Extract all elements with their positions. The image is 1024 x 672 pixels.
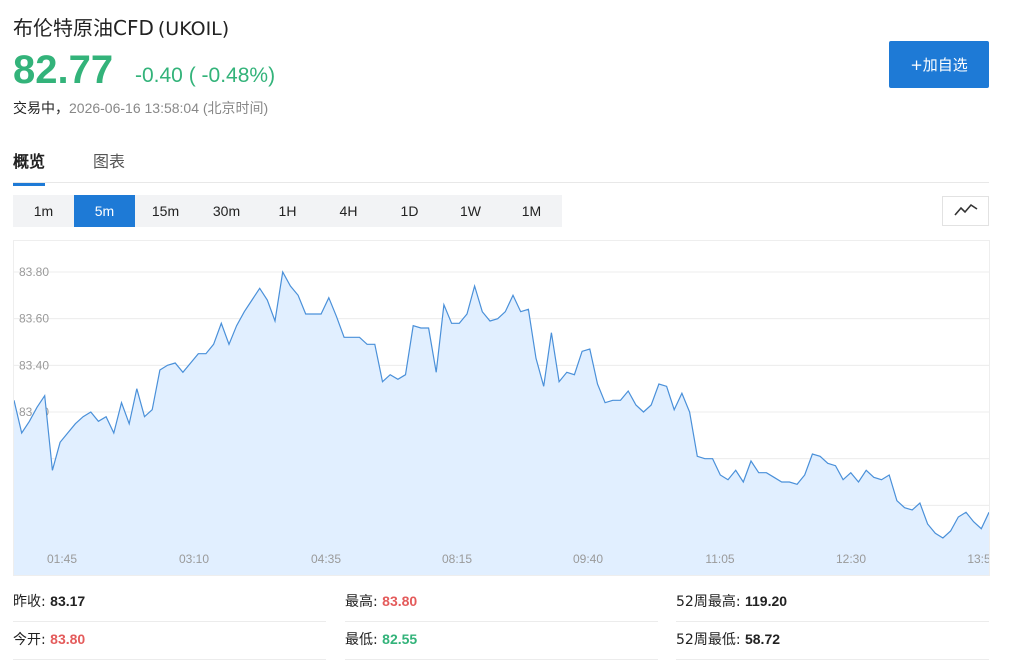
stat-52w-high: 52周最高: 119.20 <box>676 584 989 622</box>
interval-1m[interactable]: 1m <box>13 195 74 227</box>
instrument-symbol: (UKOIL) <box>157 18 230 40</box>
x-tick-label: 01:45 <box>47 552 77 566</box>
price-change: -0.40 ( -0.48%) <box>135 64 276 87</box>
interval-1mo[interactable]: 1M <box>501 195 562 227</box>
add-to-watchlist-button[interactable]: +加自选 <box>889 41 989 88</box>
price-chart-svg: 83.8083.6083.4083.2083.0082.8082.6001:45… <box>14 265 990 575</box>
instrument-name: 布伦特原油CFD <box>13 16 154 40</box>
stat-value: 83.80 <box>382 593 418 609</box>
trade-timestamp: 2026-06-16 13:58:04 (北京时间) <box>69 100 269 116</box>
stat-value: 83.80 <box>50 631 86 647</box>
x-tick-label: 12:30 <box>836 552 866 566</box>
interval-4h[interactable]: 4H <box>318 195 379 227</box>
tab-chart[interactable]: 图表 <box>93 148 125 183</box>
stat-high: 最高: 83.80 <box>345 584 658 622</box>
interval-1h[interactable]: 1H <box>257 195 318 227</box>
y-tick-label: 83.80 <box>19 265 49 279</box>
stat-label: 昨收: <box>13 594 46 610</box>
stat-value: 83.17 <box>50 593 86 609</box>
stat-label: 最高: <box>345 594 378 610</box>
y-tick-label: 83.60 <box>19 312 49 326</box>
interval-30m[interactable]: 30m <box>196 195 257 227</box>
stat-label: 52周最高: <box>676 594 741 610</box>
x-tick-label: 13:5 <box>967 552 990 566</box>
x-tick-label: 09:40 <box>573 552 603 566</box>
stat-low: 最低: 82.55 <box>345 622 658 660</box>
line-chart-icon <box>953 202 978 221</box>
stat-label: 今开: <box>13 632 46 648</box>
price-area <box>14 272 989 575</box>
x-tick-label: 03:10 <box>179 552 209 566</box>
stat-open: 今开: 83.80 <box>13 622 326 660</box>
x-tick-label: 04:35 <box>311 552 341 566</box>
stats-panel: 昨收: 83.17 最高: 83.80 52周最高: 119.20 今开: 83… <box>13 584 989 664</box>
interval-1w[interactable]: 1W <box>440 195 501 227</box>
x-tick-label: 11:05 <box>705 552 734 566</box>
instrument-title: 布伦特原油CFD (UKOIL) <box>13 12 229 41</box>
trade-status: 交易中，2026-06-16 13:58:04 (北京时间) <box>13 98 268 118</box>
interval-15m[interactable]: 15m <box>135 195 196 227</box>
x-tick-label: 08:15 <box>442 552 472 566</box>
stat-value: 58.72 <box>744 631 781 647</box>
stat-label: 52周最低: <box>676 632 741 648</box>
last-price: 82.77 <box>13 48 114 92</box>
y-tick-label: 83.40 <box>19 358 49 372</box>
interval-1d[interactable]: 1D <box>379 195 440 227</box>
stat-value: 82.55 <box>382 631 418 647</box>
trade-status-label: 交易中， <box>13 101 69 117</box>
interval-5m[interactable]: 5m <box>74 195 135 227</box>
stat-prev-close: 昨收: 83.17 <box>13 584 326 622</box>
chart-type-button[interactable] <box>942 196 989 226</box>
view-tabs: 概览 图表 <box>13 140 989 186</box>
interval-selector: 1m 5m 15m 30m 1H 4H 1D 1W 1M <box>13 195 562 227</box>
stat-value: 119.20 <box>744 593 788 609</box>
stat-52w-low: 52周最低: 58.72 <box>676 622 989 660</box>
tab-overview[interactable]: 概览 <box>13 148 46 186</box>
stat-label: 最低: <box>345 632 378 648</box>
quote-page: 布伦特原油CFD (UKOIL) 82.77 -0.40 ( -0.48%) 交易… <box>0 0 1024 672</box>
price-chart[interactable]: 83.8083.6083.4083.2083.0082.8082.6001:45… <box>13 240 990 576</box>
